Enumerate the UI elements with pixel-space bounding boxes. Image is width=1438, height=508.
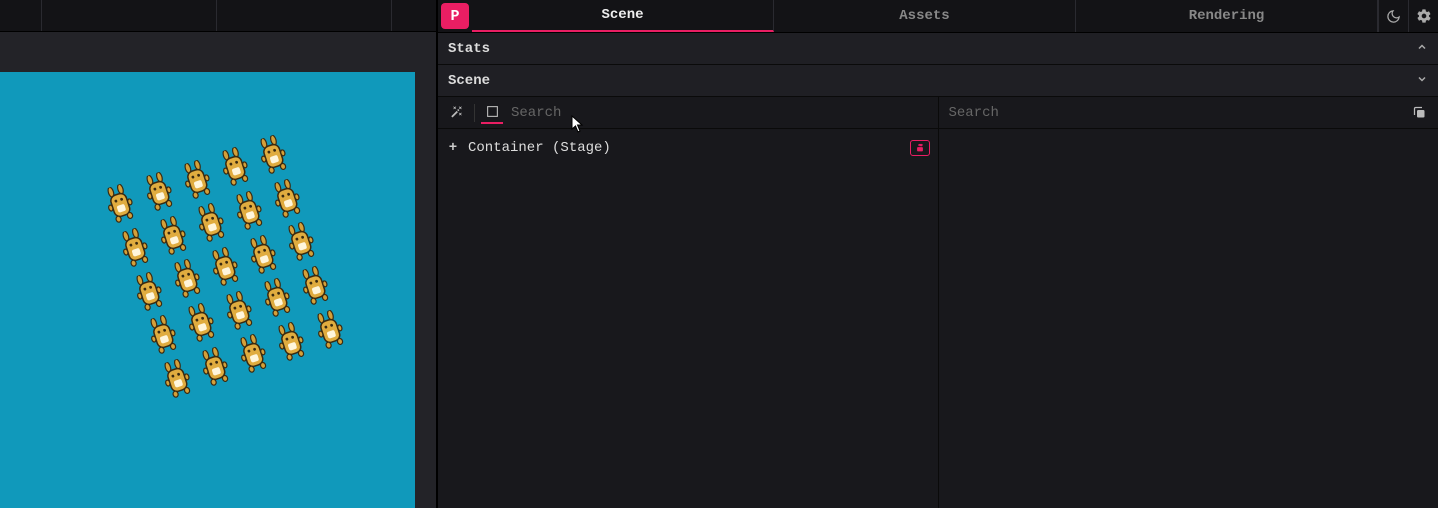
topbar-segment[interactable]: [42, 0, 217, 31]
tree-item-label: Container (Stage): [468, 140, 902, 156]
bounds-select-icon[interactable]: [481, 102, 503, 124]
stage-wrap: [0, 32, 436, 508]
bunny-sprite[interactable]: [197, 345, 233, 389]
bunny-sprite[interactable]: [178, 157, 214, 201]
bunny-sprite[interactable]: [131, 270, 167, 314]
unlock-icon[interactable]: [910, 140, 930, 156]
bunny-sprite[interactable]: [116, 226, 152, 270]
props-toolbar: [939, 97, 1438, 129]
topbar-segment[interactable]: [217, 0, 392, 31]
settings-icon[interactable]: [1408, 0, 1438, 32]
stats-label: Stats: [448, 41, 490, 57]
topbar-segment[interactable]: [0, 0, 42, 31]
bunny-sprite[interactable]: [140, 170, 176, 214]
bunny-sprite[interactable]: [183, 301, 219, 345]
scene-section-header[interactable]: Scene: [438, 65, 1438, 97]
bunny-sprite[interactable]: [311, 308, 347, 352]
tree-root-item[interactable]: + Container (Stage): [446, 135, 930, 161]
tab-assets[interactable]: Assets: [774, 0, 1076, 32]
tree-toolbar: [438, 97, 938, 129]
bunny-sprite[interactable]: [269, 176, 305, 220]
chevron-up-icon: [1416, 41, 1428, 57]
bunny-sprite[interactable]: [102, 182, 138, 226]
theme-toggle-icon[interactable]: [1378, 0, 1408, 32]
bunny-sprite[interactable]: [283, 220, 319, 264]
bunny-sprite[interactable]: [245, 233, 281, 277]
bunny-sprite[interactable]: [216, 145, 252, 189]
bunny-sprite[interactable]: [207, 245, 243, 289]
viewport-panel: [0, 0, 436, 508]
bunny-sprite[interactable]: [169, 257, 205, 301]
inspector-panel: P Scene Assets Rendering Stats Scene: [436, 0, 1438, 508]
bunny-sprite[interactable]: [145, 313, 181, 357]
divider: [474, 104, 475, 122]
chevron-down-icon: [1416, 73, 1428, 89]
stats-section-header[interactable]: Stats: [438, 33, 1438, 65]
scene-tree: + Container (Stage): [438, 129, 938, 508]
viewport-topbar: [0, 0, 436, 32]
tree-search-input[interactable]: [509, 101, 930, 125]
bunny-sprite[interactable]: [273, 320, 309, 364]
tab-bar: P Scene Assets Rendering: [438, 0, 1438, 33]
bunny-sprite[interactable]: [154, 214, 190, 258]
bunny-sprite[interactable]: [235, 332, 271, 376]
pixi-logo[interactable]: P: [441, 3, 469, 29]
magic-wand-icon[interactable]: [446, 102, 468, 124]
copy-icon[interactable]: [1408, 102, 1430, 124]
expand-icon[interactable]: +: [446, 140, 460, 156]
bunny-sprite[interactable]: [221, 289, 257, 333]
tab-scene[interactable]: Scene: [472, 0, 774, 32]
scene-label: Scene: [448, 73, 490, 89]
canvas-stage[interactable]: [0, 72, 415, 508]
scene-tree-column: + Container (Stage): [438, 97, 939, 508]
bunny-sprite[interactable]: [193, 201, 229, 245]
bunny-sprite[interactable]: [231, 189, 267, 233]
properties-column: [939, 97, 1438, 508]
tab-rendering[interactable]: Rendering: [1076, 0, 1378, 32]
props-search-input[interactable]: [947, 101, 1403, 125]
properties-body: [939, 129, 1438, 508]
bunny-sprite[interactable]: [259, 276, 295, 320]
bunny-sprite[interactable]: [297, 264, 333, 308]
bunny-sprite[interactable]: [254, 133, 290, 177]
bunny-sprite[interactable]: [159, 357, 195, 401]
